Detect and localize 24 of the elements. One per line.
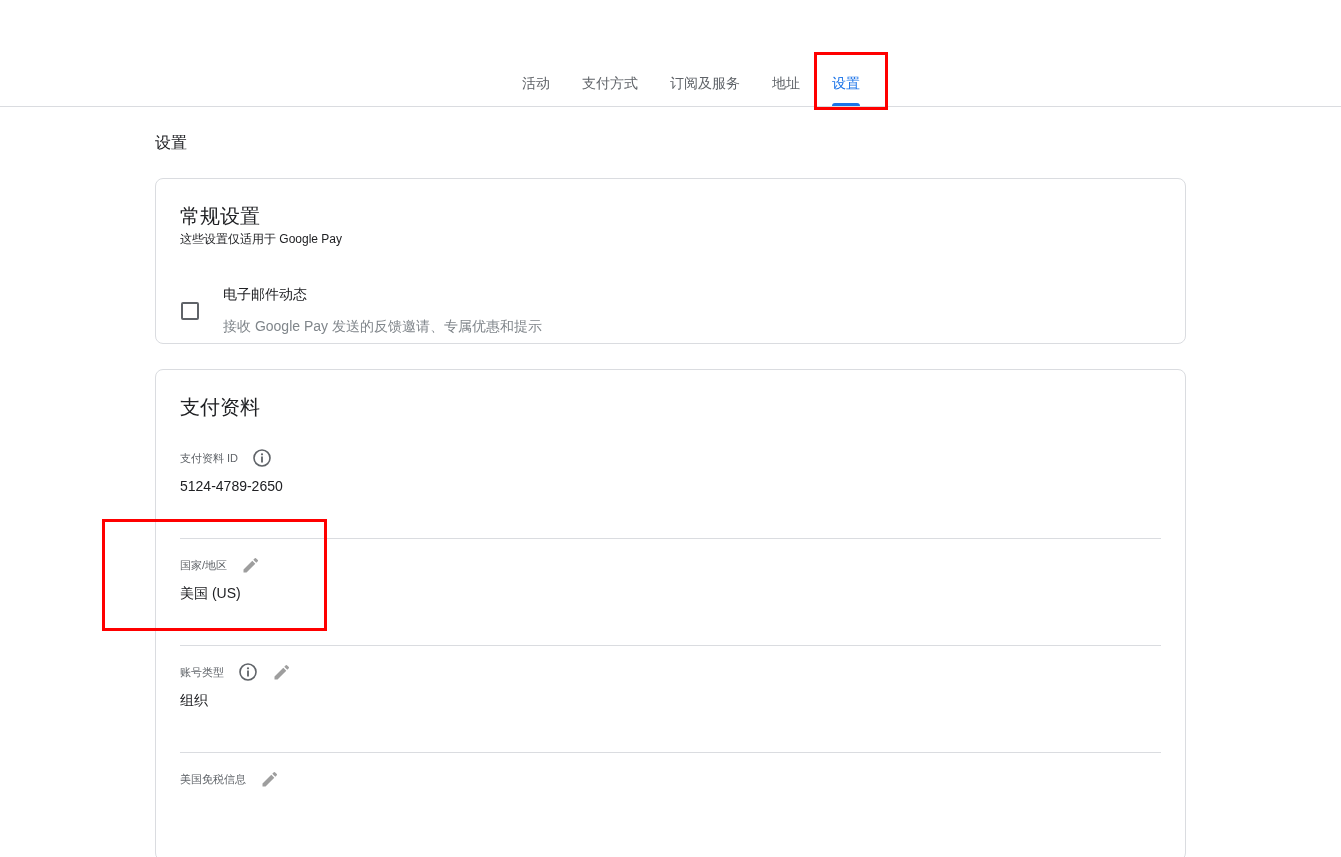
field-label: 支付资料 ID — [180, 450, 239, 466]
field-value: 美国 (US) — [180, 585, 242, 603]
card-subtitle: 这些设置仅适用于 Google Pay — [180, 231, 344, 248]
option-description: 接收 Google Pay 发送的反馈邀请、专属优惠和提示 — [223, 318, 542, 336]
pencil-icon[interactable] — [260, 769, 280, 789]
field-label: 国家/地区 — [180, 557, 228, 573]
field-value: 5124-4789-2650 — [180, 478, 284, 494]
card-title: 支付资料 — [180, 395, 261, 420]
tab[interactable]: 订阅及服务 — [653, 72, 756, 106]
field-label: 账号类型 — [180, 664, 224, 680]
pencil-icon[interactable] — [272, 662, 292, 682]
tab[interactable]: 活动 — [505, 72, 566, 106]
field-value: 组织 — [180, 692, 209, 710]
info-icon[interactable] — [252, 448, 273, 468]
tab[interactable]: 支付方式 — [565, 72, 654, 106]
tab[interactable]: 地址 — [755, 72, 816, 106]
tab-indicator — [831, 103, 860, 106]
option-label: 电子邮件动态 — [223, 286, 308, 304]
checkbox[interactable] — [181, 302, 199, 320]
field-label: 美国免税信息 — [180, 771, 246, 787]
info-icon[interactable] — [238, 662, 258, 682]
card-title: 常规设置 — [180, 204, 261, 229]
page-title: 设置 — [155, 133, 188, 153]
tab[interactable]: 设置 — [815, 72, 876, 106]
